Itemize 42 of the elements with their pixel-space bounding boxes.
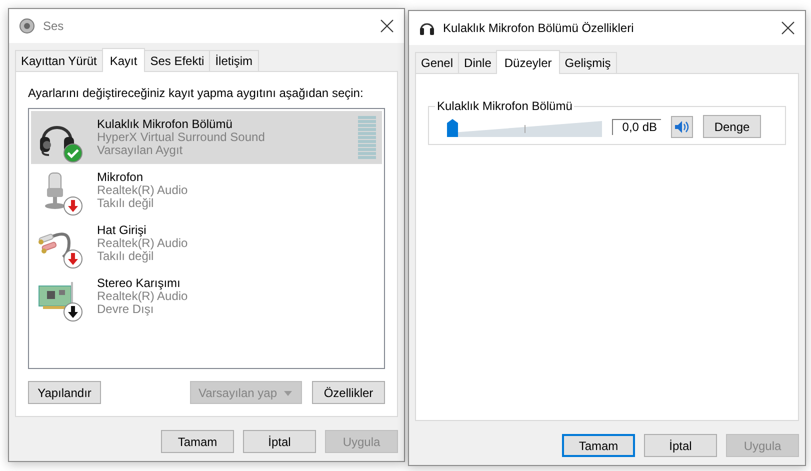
level-reading: 0,0 dB [612,118,661,134]
properties-button[interactable]: Özellikler [312,381,385,404]
device-row[interactable]: Stereo Karışımı Realtek(R) Audio Devre Dışı [31,270,382,323]
device-row[interactable]: Mikrofon Realtek(R) Audio Takılı değil [31,164,382,217]
device-driver: HyperX Virtual Surround Sound [97,131,266,144]
dialog-button[interactable]: Tamam [562,434,635,457]
headset-icon [419,20,435,36]
balance-button[interactable]: Denge [703,115,761,138]
dialog-button[interactable]: İptal [644,434,717,457]
dialog-button[interactable]: İptal [243,430,316,453]
device-row[interactable]: Hat Girişi Realtek(R) Audio Takılı değil [31,217,382,270]
tab[interactable]: Düzeyler [496,50,560,74]
device-row[interactable]: Kulaklık Mikrofon Bölümü HyperX Virtual Surround Sound Varsayılan Aygıt [31,111,382,164]
tab[interactable]: İletişim [209,50,259,71]
level-meter-icon [358,116,376,160]
caret-icon [283,388,293,396]
dialog-button[interactable]: Tamam [161,430,234,453]
slider-thumb[interactable] [447,118,458,136]
volume-slider[interactable] [447,116,602,136]
device-driver: Realtek(R) Audio [97,184,189,197]
configure-button[interactable]: Yapılandır [28,381,101,404]
device-status: Devre Dışı [97,303,155,316]
window-title: Kulaklık Mikrofon Bölümü Özellikleri [443,21,635,35]
device-name: Mikrofon [97,171,144,184]
close-icon[interactable] [781,21,795,35]
mute-button[interactable] [671,116,693,138]
group-label: Kulaklık Mikrofon Bölümü [435,99,574,113]
device-driver: Realtek(R) Audio [97,237,189,250]
device-driver: Realtek(R) Audio [97,290,189,303]
tab[interactable]: Gelişmiş [558,52,617,73]
device-name: Kulaklık Mikrofon Bölümü [97,118,234,131]
device-status: Takılı değil [97,197,155,210]
close-icon[interactable] [380,19,394,33]
device-name: Hat Girişi [97,224,148,237]
tab[interactable]: Genel [415,52,460,73]
device-status: Takılı değil [97,250,155,263]
device-name: Stereo Karışımı [97,277,182,290]
device-status: Varsayılan Aygıt [97,144,184,157]
instruction-text: Ayarlarını değiştireceğiniz kayıt yapma aygıtını aşağıdan seçin: [28,86,364,100]
window-title: Ses [43,19,65,33]
tab[interactable]: Kayıt [102,48,146,72]
tab[interactable]: Kayıttan Yürüt [15,50,103,71]
